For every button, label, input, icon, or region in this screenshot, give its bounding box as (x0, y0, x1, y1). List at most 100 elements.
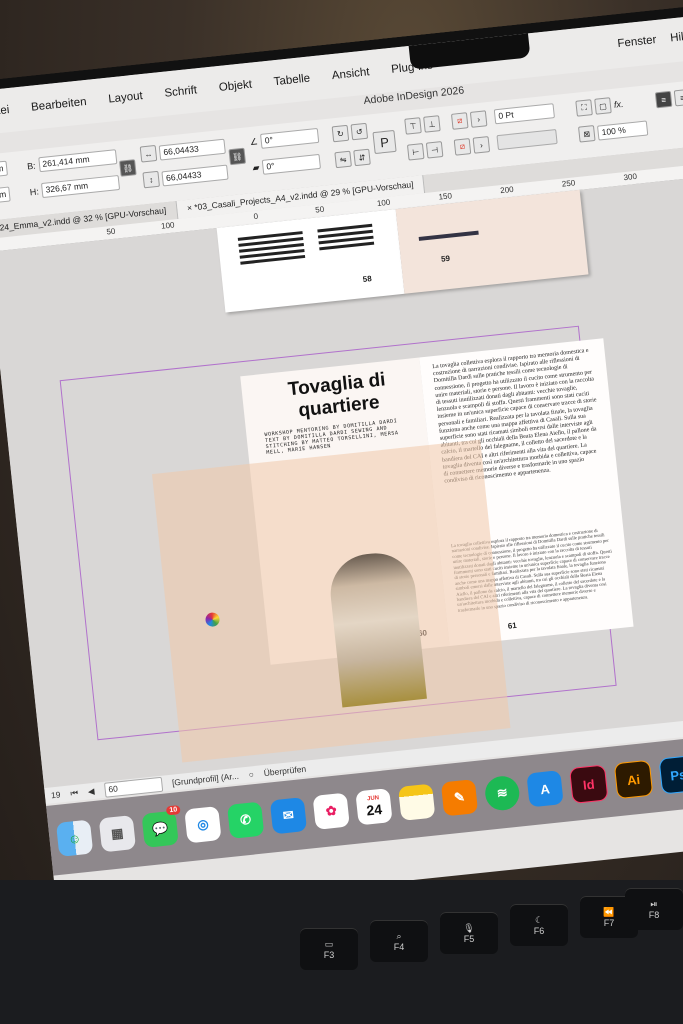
fx-icon[interactable]: fx. (613, 99, 624, 110)
first-page-icon[interactable]: ⏮ (70, 787, 79, 799)
page-title[interactable]: Tovaglia di quartiere (271, 368, 405, 425)
ruler-tick: 150 (438, 191, 453, 202)
photoshop-icon[interactable]: Ps (658, 754, 683, 795)
ruler-tick: 50 (105, 226, 116, 237)
distribute-2-icon[interactable]: ⊣ (425, 141, 444, 159)
photos-icon[interactable]: ✿ (312, 792, 350, 830)
calendar-day: 24 (365, 800, 383, 819)
rotate-field[interactable]: 0° (260, 127, 320, 149)
spotify-icon[interactable]: ≋ (483, 774, 521, 812)
key-f5[interactable]: 🎙 F5 (440, 912, 498, 954)
zoom-value[interactable]: 19 (50, 789, 60, 800)
page-58[interactable]: 58 (216, 209, 405, 313)
pages-icon[interactable]: ✎ (440, 779, 479, 817)
stroke-type-select[interactable] (496, 128, 558, 151)
close-tab-icon[interactable]: × (186, 203, 192, 213)
mail-icon[interactable]: ✉ (269, 797, 308, 835)
width-field[interactable]: mm (0, 160, 9, 178)
height-field[interactable]: mm (0, 186, 11, 204)
ruler-tick: 200 (499, 184, 515, 196)
do-not-disturb-icon: ☾ (534, 914, 544, 925)
b-label: B: (26, 160, 37, 171)
paragraph-icon[interactable]: P (372, 129, 397, 155)
keyboard: ▭ F3 ⌕ F4 🎙 F5 ☾ F6 ⏪ F7 ⏯ F8 (0, 880, 683, 1024)
finder-icon[interactable]: ☺ (55, 819, 94, 857)
align-left-icon[interactable]: ≡ (654, 90, 673, 109)
profile-select[interactable]: [Grundprofil] (Ar... (172, 771, 240, 788)
key-f4[interactable]: ⌕ F4 (370, 920, 428, 962)
align-center-icon[interactable]: ⊥ (423, 115, 441, 133)
ruler-tick: 0 (253, 211, 259, 222)
flip-vertical-icon[interactable]: ⇵ (353, 148, 371, 167)
h-field[interactable]: 326,67 mm (40, 174, 121, 199)
ruler-tick: 300 (623, 171, 638, 183)
scale-y-icon: ↕ (142, 170, 160, 189)
illustrator-icon[interactable]: Ai (613, 759, 654, 800)
opacity-field[interactable]: 100 % (596, 119, 649, 141)
rotate-ccw-icon[interactable]: ↺ (350, 122, 369, 141)
page-59[interactable]: 59 (395, 189, 589, 294)
key-f8[interactable]: ⏯ F8 (625, 888, 683, 930)
key-label: F6 (533, 925, 545, 936)
page-number: 58 (362, 274, 373, 284)
menu-view[interactable]: Ansicht (331, 66, 370, 82)
text-line (418, 230, 479, 241)
key-label: F7 (603, 917, 615, 928)
menu-table[interactable]: Tabelle (273, 72, 311, 88)
menu-window[interactable]: Fenster (617, 34, 657, 50)
menu-type[interactable]: Schrift (164, 84, 198, 99)
scale-x-field[interactable]: 66,04433 (158, 138, 226, 161)
menu-file[interactable]: tei (0, 104, 10, 117)
key-label: F8 (648, 909, 660, 920)
rewind-icon: ⏪ (603, 906, 615, 917)
align-right-icon[interactable]: ≡ (673, 88, 683, 107)
key-label: F4 (393, 941, 405, 952)
frame-fit-icon[interactable]: ⛶ (575, 99, 593, 117)
notes-icon[interactable] (398, 783, 436, 821)
b-field[interactable]: 261,414 mm (37, 149, 117, 173)
calendar-icon[interactable]: JUN 24 (355, 788, 393, 826)
page-number: 59 (440, 253, 451, 264)
flip-horizontal-icon[interactable]: ⇋ (334, 150, 352, 169)
distribute-icon[interactable]: ⊢ (406, 142, 425, 161)
stroke-weight-field[interactable]: 0 Pt (493, 103, 555, 125)
messages-icon[interactable]: 💬 10 (141, 805, 181, 848)
preflight-label[interactable]: Überprüfen (263, 764, 306, 778)
menu-layout[interactable]: Layout (108, 90, 144, 106)
menu-help[interactable]: Hilfe (670, 30, 683, 44)
align-top-icon[interactable]: ⊤ (404, 117, 422, 135)
shear-field[interactable]: 0° (261, 153, 321, 175)
menu-edit[interactable]: Bearbeiten (31, 96, 88, 114)
indesign-icon[interactable]: Id (569, 764, 609, 804)
safari-icon[interactable]: ◎ (184, 806, 222, 844)
opacity-icon: ⊠ (578, 125, 596, 143)
ruler-tick: 100 (376, 197, 391, 209)
scale-y-field[interactable]: 66,04433 (161, 164, 229, 186)
ruler-tick: 250 (561, 178, 576, 189)
ruler-tick: 100 (160, 220, 175, 231)
shear-angle-icon: ▰ (252, 162, 260, 173)
key-label: F5 (463, 933, 475, 944)
constrain-scale-icon[interactable]: ⛓ (228, 147, 247, 166)
document-canvas[interactable]: 58 59 Tovaglia di quartiere WORKSHOP MEN… (0, 172, 683, 790)
rotate-cw-icon[interactable]: ↻ (331, 124, 350, 143)
h-label: H: (29, 185, 40, 197)
app-store-icon[interactable]: A (526, 770, 564, 808)
menu-object[interactable]: Objekt (218, 79, 252, 94)
fill-none-icon[interactable]: ⧄ (450, 112, 469, 130)
stroke-none-icon[interactable]: ⧄ (453, 138, 472, 156)
key-f6[interactable]: ☾ F6 (510, 904, 568, 946)
notification-badge: 10 (166, 805, 181, 816)
play-pause-icon: ⏯ (650, 898, 658, 909)
key-f3[interactable]: ▭ F3 (300, 928, 358, 970)
launchpad-icon[interactable]: ▦ (98, 815, 137, 853)
preflight-status-icon: ○ (248, 769, 255, 780)
prev-page-icon[interactable]: ◀ (87, 785, 95, 797)
spotlight-icon: ⌕ (396, 930, 402, 941)
whatsapp-icon[interactable]: ✆ (226, 801, 265, 839)
constrain-proportions-icon[interactable]: ⛓ (119, 159, 137, 177)
frame-icon[interactable]: ▢ (594, 97, 612, 115)
fill-arrow-icon[interactable]: › (469, 110, 488, 128)
mission-control-icon: ▭ (324, 938, 334, 949)
stroke-arrow-icon[interactable]: › (472, 136, 491, 154)
